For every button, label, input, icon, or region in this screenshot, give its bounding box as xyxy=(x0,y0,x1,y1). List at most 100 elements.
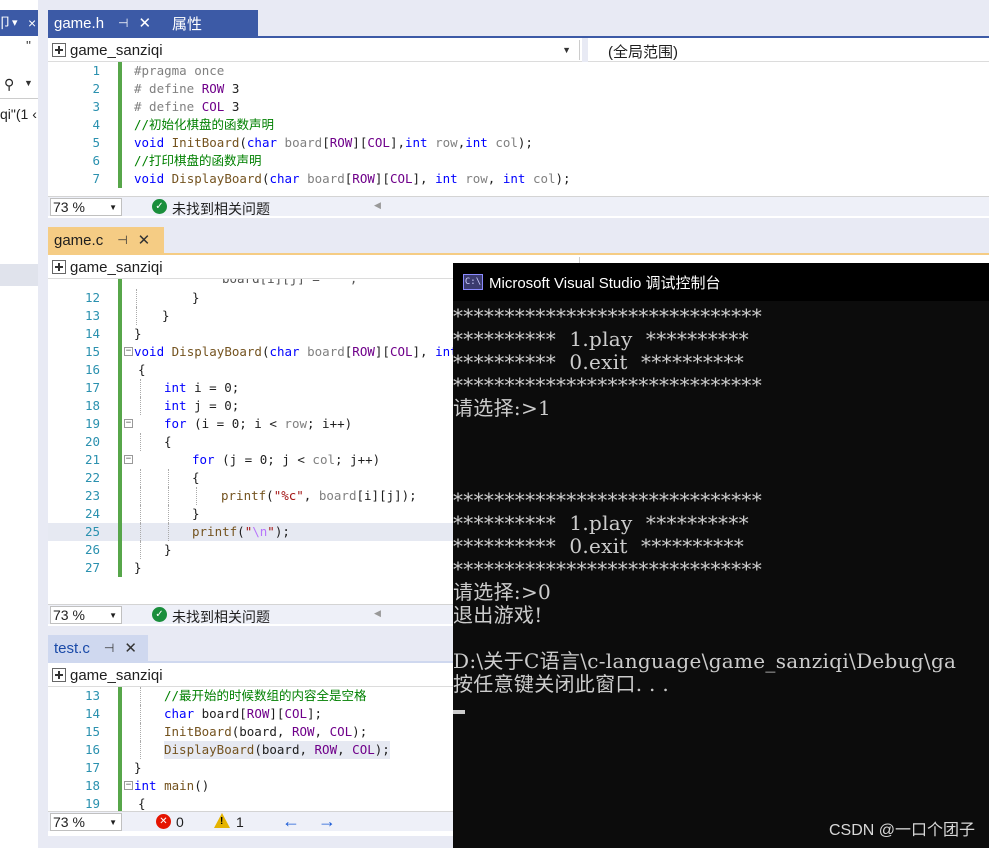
code-line: 5 void InitBoard(char board[ROW][COL],int… xyxy=(48,134,989,152)
panel-dropdown-icon[interactable]: ▾ xyxy=(12,10,18,36)
arrow-right-icon[interactable]: → xyxy=(318,811,336,832)
chevron-down-icon: ▼ xyxy=(109,817,117,827)
close-icon[interactable]: ✕ xyxy=(138,231,151,249)
code-text: #pragma once xyxy=(134,63,225,78)
punct: , xyxy=(314,724,330,739)
tab-test-c[interactable]: test.c ⊣ ✕ xyxy=(48,635,148,661)
warning-icon[interactable]: ! xyxy=(214,813,230,828)
chevron-down-icon[interactable]: ▼ xyxy=(24,78,33,88)
punct: ); xyxy=(374,742,390,757)
code-rest: ; i++) xyxy=(307,416,353,431)
code-rest: (j = 0; j < xyxy=(214,452,313,467)
punct: ( xyxy=(239,135,247,150)
collapse-icon[interactable]: − xyxy=(124,455,133,464)
change-marker xyxy=(118,487,122,505)
panel-title-glyph: 卩 xyxy=(0,15,12,31)
solution-tree-item[interactable]: qi"(1 ‹ xyxy=(0,106,37,122)
change-marker xyxy=(118,741,122,759)
line-number: 24 xyxy=(84,506,100,521)
pin-icon[interactable]: ⊣ xyxy=(117,233,127,247)
console-line: ********** 1.play ********** xyxy=(453,327,749,351)
change-marker xyxy=(118,433,122,451)
console-line: 按任意键关闭此窗口. . . xyxy=(453,672,669,696)
code-line: 6 //打印棋盘的函数声明 xyxy=(48,152,989,170)
param: col xyxy=(312,452,335,467)
literal: 3 xyxy=(224,99,240,114)
function-name: printf xyxy=(221,488,267,503)
console-line: ********** 1.play ********** xyxy=(453,511,749,535)
code-text: # define COL 3 xyxy=(134,98,239,116)
tab-label: test.c xyxy=(54,639,90,657)
issues-status[interactable]: 未找到相关问题 xyxy=(172,199,270,219)
code-comment: //初始化棋盘的函数声明 xyxy=(134,117,275,132)
panel-close-icon[interactable]: × xyxy=(28,10,36,36)
change-marker xyxy=(118,116,122,134)
keyword: void xyxy=(134,171,165,186)
chevron-down-icon: ▼ xyxy=(109,202,117,212)
collapse-icon[interactable]: − xyxy=(124,347,133,356)
pin-icon[interactable]: ⊣ xyxy=(104,641,114,655)
keyword: for xyxy=(192,452,215,467)
code-text: { xyxy=(138,362,146,377)
project-dropdown[interactable]: game_sanziqi ▼ xyxy=(52,40,580,60)
macro: COL xyxy=(284,706,308,721)
panel-splitter[interactable] xyxy=(38,0,48,848)
debug-console-window[interactable]: C:\ Microsoft Visual Studio 调试控制台 ******… xyxy=(453,263,989,848)
error-icon[interactable]: ✕ xyxy=(156,814,171,829)
arrow-left-icon[interactable]: ← xyxy=(282,811,300,832)
close-icon[interactable]: ✕ xyxy=(124,639,137,657)
code-text: void DisplayBoard(char board[ROW][COL], … xyxy=(134,170,571,188)
macro: COL xyxy=(389,171,413,186)
zoom-dropdown[interactable]: 73 % ▼ xyxy=(50,198,122,216)
tab-game-h[interactable]: game.h ⊣ ✕ xyxy=(48,10,166,36)
tab-label: game.h xyxy=(54,14,105,32)
code-rest: j = 0; xyxy=(186,398,240,413)
chevron-down-icon[interactable]: ▼ xyxy=(562,45,571,55)
pin-icon[interactable]: ⊣ xyxy=(118,16,128,30)
issues-status[interactable]: 未找到相关问题 xyxy=(172,607,270,627)
indent-guide xyxy=(140,705,141,723)
code-text: { xyxy=(192,470,200,485)
code-text: board[i][j] = ' '; xyxy=(222,279,357,288)
collapse-icon[interactable]: − xyxy=(124,419,133,428)
code-text: InitBoard(board, ROW, COL); xyxy=(164,723,367,741)
project-icon xyxy=(52,668,66,682)
punct: ][ xyxy=(374,344,390,359)
tab-strip: game.h ⊣ ✕ 属性 xyxy=(48,10,989,36)
close-icon[interactable]: ✕ xyxy=(139,14,152,32)
punct: ], xyxy=(412,171,436,186)
line-number: 5 xyxy=(92,135,100,150)
function-name: DisplayBoard xyxy=(171,344,262,359)
code-text: void InitBoard(char board[ROW][COL],int … xyxy=(134,134,533,152)
console-titlebar[interactable]: C:\ Microsoft Visual Studio 调试控制台 xyxy=(453,263,989,301)
scroll-left-icon[interactable]: ◀ xyxy=(374,608,381,619)
macro: ROW xyxy=(314,742,338,757)
tab-properties[interactable]: 属性 xyxy=(166,10,258,36)
tab-game-c[interactable]: game.c ⊣ ✕ xyxy=(48,227,164,253)
search-icon[interactable]: ⚲ xyxy=(4,76,14,93)
zoom-dropdown[interactable]: 73 % ▼ xyxy=(50,813,122,831)
check-icon: ✓ xyxy=(152,199,167,214)
code-rest: board[ xyxy=(194,706,247,721)
selected-tree-item[interactable] xyxy=(0,264,40,286)
collapse-icon[interactable]: − xyxy=(124,781,133,790)
console-line: ********** 0.exit ********** xyxy=(453,350,745,374)
code-text: } xyxy=(162,308,170,323)
zoom-dropdown[interactable]: 73 % ▼ xyxy=(50,606,122,624)
code-text: { xyxy=(164,434,172,449)
macro: ROW xyxy=(291,724,315,739)
function-name: printf xyxy=(192,524,238,539)
indent-guide xyxy=(168,523,169,541)
keyword: int xyxy=(435,171,458,186)
escape-sequence: \n xyxy=(252,524,268,539)
code-editor[interactable]: 1 #pragma once 2 # define ROW 3 3 # define … xyxy=(48,62,989,198)
warning-count[interactable]: 1 xyxy=(236,814,244,830)
scope-dropdown[interactable]: (全局范围) xyxy=(608,41,678,62)
scroll-left-icon[interactable]: ◀ xyxy=(374,200,381,211)
indent-guide xyxy=(140,541,141,559)
error-count[interactable]: 0 xyxy=(176,814,184,830)
indent-guide xyxy=(140,379,141,397)
